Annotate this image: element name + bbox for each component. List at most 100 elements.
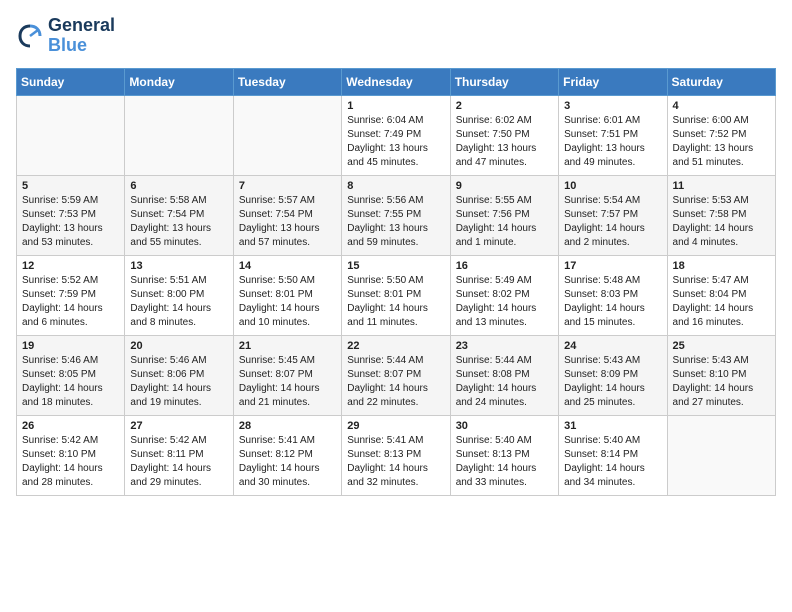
cell-content: Daylight: 14 hours [456, 302, 553, 316]
cell-content: Daylight: 14 hours [456, 462, 553, 476]
cell-content: Sunset: 8:03 PM [564, 288, 661, 302]
cell-content: Sunset: 8:07 PM [239, 368, 336, 382]
cell-content: Daylight: 14 hours [673, 302, 770, 316]
cell-content: and 8 minutes. [130, 316, 227, 330]
calendar-table: SundayMondayTuesdayWednesdayThursdayFrid… [16, 68, 776, 496]
cell-content: Sunrise: 5:50 AM [239, 274, 336, 288]
cell-content: Sunrise: 5:57 AM [239, 194, 336, 208]
cell-content: and 19 minutes. [130, 396, 227, 410]
cell-content: Sunrise: 5:44 AM [347, 354, 444, 368]
cell-content: Daylight: 14 hours [22, 302, 119, 316]
cell-content: Sunset: 8:01 PM [347, 288, 444, 302]
cell-content: Sunrise: 5:40 AM [456, 434, 553, 448]
cell-content: Daylight: 14 hours [130, 382, 227, 396]
calendar-cell: 26Sunrise: 5:42 AMSunset: 8:10 PMDayligh… [17, 415, 125, 495]
cell-content: Sunset: 8:02 PM [456, 288, 553, 302]
cell-content: Daylight: 14 hours [673, 222, 770, 236]
cell-content: and 59 minutes. [347, 236, 444, 250]
cell-content: and 32 minutes. [347, 476, 444, 490]
cell-content: Daylight: 14 hours [456, 222, 553, 236]
day-number: 10 [564, 180, 661, 192]
cell-content: and 25 minutes. [564, 396, 661, 410]
weekday-header-tuesday: Tuesday [233, 68, 341, 95]
cell-content: and 11 minutes. [347, 316, 444, 330]
cell-content: Daylight: 14 hours [347, 302, 444, 316]
weekday-header-sunday: Sunday [17, 68, 125, 95]
cell-content: and 18 minutes. [22, 396, 119, 410]
calendar-cell: 19Sunrise: 5:46 AMSunset: 8:05 PMDayligh… [17, 335, 125, 415]
cell-content: and 55 minutes. [130, 236, 227, 250]
cell-content: Sunset: 7:50 PM [456, 128, 553, 142]
weekday-header-saturday: Saturday [667, 68, 775, 95]
cell-content: Sunset: 7:54 PM [239, 208, 336, 222]
cell-content: and 45 minutes. [347, 156, 444, 170]
cell-content: and 15 minutes. [564, 316, 661, 330]
day-number: 18 [673, 260, 770, 272]
day-number: 17 [564, 260, 661, 272]
calendar-cell: 11Sunrise: 5:53 AMSunset: 7:58 PMDayligh… [667, 175, 775, 255]
cell-content: Sunset: 8:04 PM [673, 288, 770, 302]
cell-content: Daylight: 13 hours [347, 142, 444, 156]
calendar-cell: 6Sunrise: 5:58 AMSunset: 7:54 PMDaylight… [125, 175, 233, 255]
cell-content: and 47 minutes. [456, 156, 553, 170]
cell-content: Sunrise: 5:46 AM [130, 354, 227, 368]
calendar-cell: 3Sunrise: 6:01 AMSunset: 7:51 PMDaylight… [559, 95, 667, 175]
weekday-header-friday: Friday [559, 68, 667, 95]
calendar-week-4: 19Sunrise: 5:46 AMSunset: 8:05 PMDayligh… [17, 335, 776, 415]
cell-content: Sunset: 8:00 PM [130, 288, 227, 302]
cell-content: Sunset: 8:10 PM [673, 368, 770, 382]
cell-content: Daylight: 13 hours [456, 142, 553, 156]
day-number: 3 [564, 100, 661, 112]
cell-content: Daylight: 14 hours [564, 222, 661, 236]
cell-content: Daylight: 13 hours [673, 142, 770, 156]
cell-content: Sunrise: 5:51 AM [130, 274, 227, 288]
cell-content: and 30 minutes. [239, 476, 336, 490]
cell-content: and 24 minutes. [456, 396, 553, 410]
cell-content: Sunset: 7:59 PM [22, 288, 119, 302]
cell-content: Sunrise: 6:01 AM [564, 114, 661, 128]
cell-content: and 28 minutes. [22, 476, 119, 490]
cell-content: and 49 minutes. [564, 156, 661, 170]
weekday-header-thursday: Thursday [450, 68, 558, 95]
cell-content: Daylight: 13 hours [239, 222, 336, 236]
day-number: 30 [456, 420, 553, 432]
cell-content: and 53 minutes. [22, 236, 119, 250]
cell-content: Daylight: 14 hours [347, 462, 444, 476]
cell-content: Sunset: 8:01 PM [239, 288, 336, 302]
cell-content: Sunset: 8:11 PM [130, 448, 227, 462]
cell-content: and 2 minutes. [564, 236, 661, 250]
cell-content: Sunset: 8:07 PM [347, 368, 444, 382]
cell-content: and 51 minutes. [673, 156, 770, 170]
day-number: 8 [347, 180, 444, 192]
cell-content: Sunrise: 5:58 AM [130, 194, 227, 208]
calendar-cell: 16 Sunrise: 5:49 AMSunset: 8:02 PMDayligh… [450, 255, 558, 335]
cell-content: Sunrise: 5:47 AM [673, 274, 770, 288]
day-number: 12 [22, 260, 119, 272]
cell-content: Daylight: 13 hours [130, 222, 227, 236]
cell-content: Sunset: 7:56 PM [456, 208, 553, 222]
cell-content: Sunset: 7:49 PM [347, 128, 444, 142]
calendar-cell: 17Sunrise: 5:48 AMSunset: 8:03 PMDayligh… [559, 255, 667, 335]
calendar-cell: 30Sunrise: 5:40 AMSunset: 8:13 PMDayligh… [450, 415, 558, 495]
cell-content: Sunset: 7:53 PM [22, 208, 119, 222]
cell-content: Daylight: 14 hours [22, 462, 119, 476]
cell-content: Sunrise: 6:02 AM [456, 114, 553, 128]
calendar-cell: 14Sunrise: 5:50 AMSunset: 8:01 PMDayligh… [233, 255, 341, 335]
calendar-week-3: 12Sunrise: 5:52 AMSunset: 7:59 PMDayligh… [17, 255, 776, 335]
cell-content: Sunrise: 5:42 AM [22, 434, 119, 448]
cell-content: Sunrise: 5:43 AM [564, 354, 661, 368]
calendar-week-2: 5Sunrise: 5:59 AMSunset: 7:53 PMDaylight… [17, 175, 776, 255]
cell-content: and 22 minutes. [347, 396, 444, 410]
day-number: 27 [130, 420, 227, 432]
day-number: 16 [456, 260, 553, 272]
day-number: 21 [239, 340, 336, 352]
cell-content: Daylight: 14 hours [239, 302, 336, 316]
calendar-cell: 2Sunrise: 6:02 AMSunset: 7:50 PMDaylight… [450, 95, 558, 175]
calendar-cell: 20Sunrise: 5:46 AMSunset: 8:06 PMDayligh… [125, 335, 233, 415]
day-number: 24 [564, 340, 661, 352]
day-number: 31 [564, 420, 661, 432]
cell-content: Sunset: 8:13 PM [347, 448, 444, 462]
cell-content: Sunrise: 5:49 AM [456, 274, 553, 288]
cell-content: Sunset: 7:52 PM [673, 128, 770, 142]
calendar-cell: 15Sunrise: 5:50 AMSunset: 8:01 PMDayligh… [342, 255, 450, 335]
